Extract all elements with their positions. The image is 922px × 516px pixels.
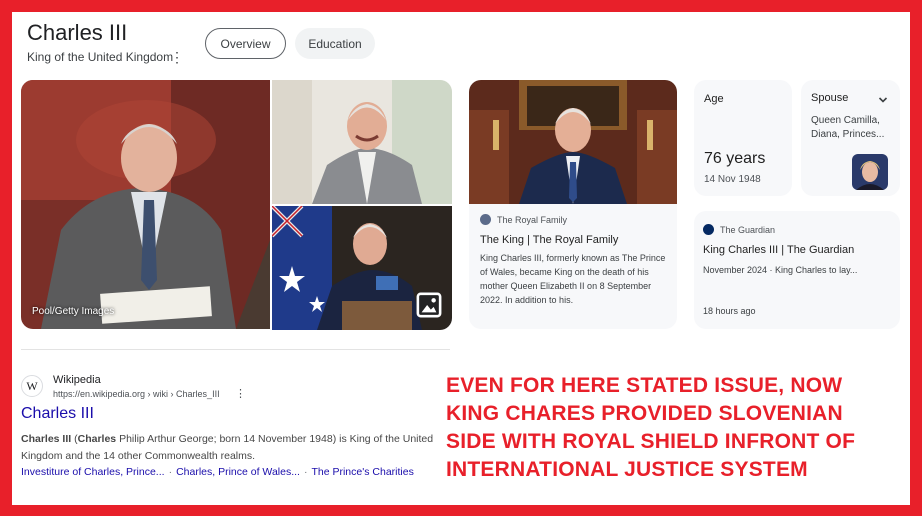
result-url[interactable]: https://en.wikipedia.org › wiki › Charle… [53, 389, 220, 399]
royal-family-card[interactable]: The Royal Family The King | The Royal Fa… [469, 80, 677, 329]
photo-smiling[interactable] [272, 80, 452, 204]
knowledge-panel: Charles III King of the United Kingdom ⋮… [12, 12, 910, 505]
guardian-source: The Guardian [703, 224, 775, 235]
guardian-time: 18 hours ago [703, 306, 756, 316]
royal-card-image [469, 80, 677, 204]
result-site-name[interactable]: Wikipedia [53, 374, 101, 386]
age-label: Age [704, 93, 724, 105]
overlay-line: SIDE WITH ROYAL SHIELD INFRONT OF [446, 430, 856, 453]
sitelink-separator: · [168, 466, 173, 478]
overlay-annotation: EVEN FOR HERE STATED ISSUE, NOW KING CHA… [446, 372, 906, 484]
royal-crest-icon [480, 214, 491, 225]
more-vert-icon[interactable]: ⋮ [235, 387, 246, 400]
spouse-card[interactable]: Spouse Queen Camilla, Diana, Princes... [801, 80, 900, 196]
main-photo[interactable]: Pool/Getty Images [21, 80, 270, 329]
age-card[interactable]: Age 76 years 14 Nov 1948 [694, 80, 792, 196]
age-value: 76 years [704, 150, 766, 167]
result-sitelinks: Investiture of Charles, Prince... · Charle… [21, 466, 414, 478]
guardian-card[interactable]: The Guardian King Charles III | The Guar… [694, 211, 900, 329]
spouse-label: Spouse [811, 92, 849, 104]
guardian-snippet: November 2024 · King Charles to lay... [703, 265, 858, 275]
royal-headline[interactable]: The King | The Royal Family [480, 234, 666, 246]
chevron-down-icon[interactable] [878, 92, 888, 103]
result-title[interactable]: Charles III [21, 405, 94, 423]
page-subtitle: King of the United Kingdom [27, 50, 174, 64]
sitelink-princes-charities[interactable]: The Prince's Charities [311, 466, 413, 478]
guardian-logo-icon [703, 224, 714, 235]
snippet-bold-name: Charles III [21, 433, 72, 445]
guardian-source-name: The Guardian [720, 224, 776, 235]
overlay-line: EVEN FOR HERE STATED ISSUE, NOW [446, 374, 843, 397]
guardian-headline[interactable]: King Charles III | The Guardian [703, 244, 854, 256]
snippet-bold-first-name: Charles [77, 433, 117, 445]
sitelink-investiture[interactable]: Investiture of Charles, Prince... [21, 466, 165, 478]
tab-education[interactable]: Education [295, 28, 375, 59]
overlay-line: INTERNATIONAL JUSTICE SYSTEM [446, 458, 808, 481]
result-snippet: Charles III (Charles Philip Arthur Georg… [21, 431, 441, 465]
spouse-avatar[interactable] [852, 154, 888, 190]
more-options-icon[interactable]: ⋮ [170, 49, 184, 66]
photo-podium[interactable] [272, 206, 452, 330]
royal-snippet: King Charles III, formerly known as The … [480, 253, 666, 305]
overlay-line: KING CHARES PROVIDED SLOVENIAN [446, 402, 843, 425]
royal-source: The Royal Family [480, 214, 666, 225]
sitelink-prince-of-wales[interactable]: Charles, Prince of Wales... [176, 466, 300, 478]
royal-source-name: The Royal Family [497, 214, 568, 225]
photo-credit: Pool/Getty Images [32, 306, 115, 317]
spouse-names[interactable]: Queen Camilla, Diana, Princes... [811, 114, 895, 142]
sitelink-separator: · [303, 466, 308, 478]
page-title: Charles III [27, 20, 128, 45]
wikipedia-icon: W [21, 375, 43, 397]
tab-overview[interactable]: Overview [205, 28, 286, 59]
image-gallery-icon[interactable] [416, 292, 442, 318]
birth-date: 14 Nov 1948 [704, 174, 761, 185]
divider [21, 349, 450, 350]
